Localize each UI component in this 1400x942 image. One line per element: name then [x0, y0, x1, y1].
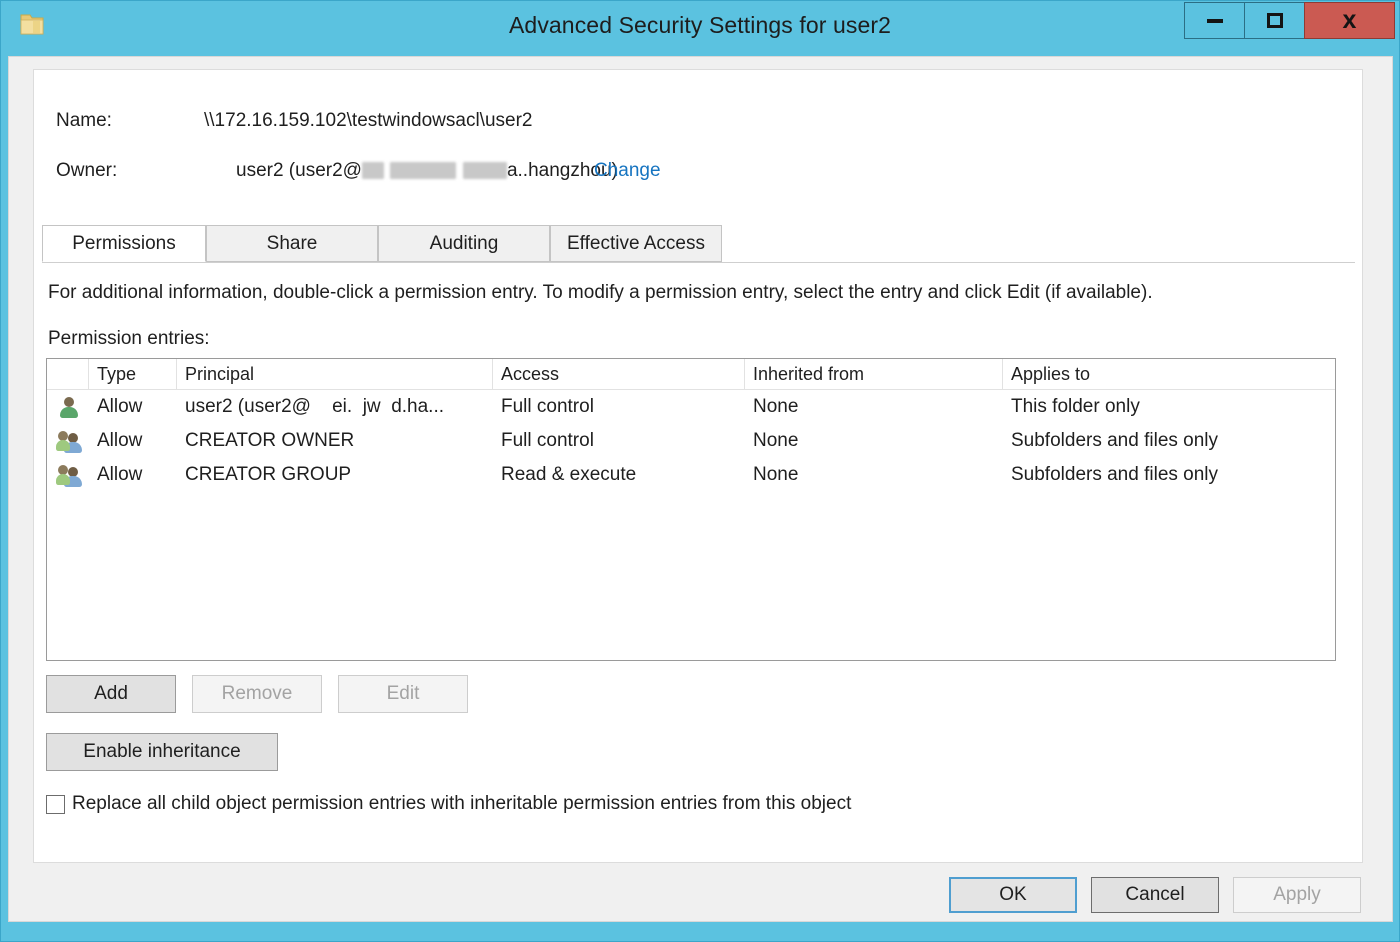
table-header-row: Type Principal Access Inherited from App…	[47, 359, 1335, 390]
owner-redaction	[389, 162, 456, 180]
name-value: \\172.16.159.102\testwindowsacl\user2	[204, 110, 533, 131]
add-button[interactable]: Add	[46, 675, 176, 713]
ok-button[interactable]: OK	[949, 877, 1077, 913]
dialog-client-area: Name: \\172.16.159.102\testwindowsacl\us…	[8, 56, 1393, 922]
replace-permissions-label[interactable]: Replace all child object permission entr…	[72, 793, 851, 815]
row-inherited-from: None	[753, 396, 799, 417]
column-header-inherited-from[interactable]: Inherited from	[745, 359, 1003, 389]
window-controls: x	[1184, 2, 1395, 39]
close-button[interactable]: x	[1304, 2, 1395, 39]
maximize-icon	[1266, 13, 1283, 28]
tab-strip: Permissions Share Auditing Effective Acc…	[42, 225, 1355, 263]
row-inherited-from: None	[753, 430, 799, 451]
advanced-security-settings-window: Advanced Security Settings for user2 x N…	[0, 0, 1400, 942]
row-icon-cell	[47, 463, 89, 487]
row-applies-to: Subfolders and files only	[1011, 464, 1219, 485]
row-inherited-from: None	[753, 464, 799, 485]
table-row[interactable]: Allow CREATOR GROUP Read & execute None …	[47, 458, 1335, 492]
column-header-applies-to[interactable]: Applies to	[1003, 359, 1335, 389]
remove-button[interactable]: Remove	[192, 675, 322, 713]
permission-entries-label: Permission entries:	[48, 328, 210, 349]
apply-button[interactable]: Apply	[1233, 877, 1361, 913]
title-bar: Advanced Security Settings for user2 x	[1, 1, 1399, 56]
row-applies-to: Subfolders and files only	[1011, 430, 1219, 451]
row-principal: CREATOR OWNER	[185, 430, 355, 451]
row-principal-text: user2 (user2@ ei. jw d.ha...	[185, 396, 445, 417]
tab-auditing-label: Auditing	[429, 232, 499, 254]
row-type: Allow	[97, 464, 143, 485]
replace-permissions-row: Replace all child object permission entr…	[46, 793, 851, 815]
column-header-principal[interactable]: Principal	[177, 359, 493, 389]
minimize-button[interactable]	[1184, 2, 1245, 39]
row-applies-to: This folder only	[1011, 396, 1140, 417]
tab-effective-access[interactable]: Effective Access	[550, 225, 722, 262]
enable-inheritance-button[interactable]: Enable inheritance	[46, 733, 278, 771]
owner-value: user2 (user2@ a..hangzhou)	[236, 160, 618, 182]
owner-redaction	[361, 162, 384, 180]
tab-auditing[interactable]: Auditing	[378, 225, 550, 262]
row-principal: CREATOR GROUP	[185, 464, 352, 485]
column-header-type[interactable]: Type	[89, 359, 177, 389]
table-row[interactable]: Allow CREATOR OWNER Full control None Su…	[47, 424, 1335, 458]
edit-button[interactable]: Edit	[338, 675, 468, 713]
owner-redaction	[462, 162, 507, 180]
row-principal: user2 (user2@ ei. jw d.ha...	[177, 396, 493, 418]
tab-permissions[interactable]: Permissions	[42, 225, 206, 262]
column-header-access[interactable]: Access	[493, 359, 745, 389]
minimize-icon	[1206, 18, 1223, 23]
instruction-text: For additional information, double-click…	[48, 282, 1153, 303]
change-owner-link[interactable]: Change	[594, 160, 661, 182]
row-icon-cell	[47, 429, 89, 453]
tab-permissions-label: Permissions	[72, 232, 176, 254]
owner-label: Owner:	[56, 160, 118, 181]
user-group-icon	[56, 463, 82, 487]
replace-permissions-checkbox[interactable]	[46, 794, 65, 814]
permission-entries-table[interactable]: Type Principal Access Inherited from App…	[46, 358, 1336, 661]
name-label: Name:	[56, 110, 112, 131]
cancel-button[interactable]: Cancel	[1091, 877, 1219, 913]
tab-share[interactable]: Share	[206, 225, 378, 262]
column-header-icon[interactable]	[47, 359, 89, 389]
tab-effective-access-label: Effective Access	[567, 232, 705, 254]
close-icon: x	[1342, 6, 1357, 34]
single-user-icon	[57, 395, 81, 419]
row-type: Allow	[97, 396, 143, 417]
table-row[interactable]: Allow user2 (user2@ ei. jw d.ha... Full …	[47, 390, 1335, 424]
tab-share-label: Share	[266, 232, 318, 254]
content-panel: Name: \\172.16.159.102\testwindowsacl\us…	[33, 69, 1363, 863]
row-type: Allow	[97, 430, 143, 451]
row-icon-cell	[47, 395, 89, 419]
maximize-button[interactable]	[1244, 2, 1305, 39]
owner-value-prefix: user2 (user2@	[236, 160, 362, 181]
row-access: Read & execute	[501, 464, 637, 485]
row-access: Full control	[501, 430, 594, 451]
row-access: Full control	[501, 396, 594, 417]
user-group-icon	[56, 429, 82, 453]
